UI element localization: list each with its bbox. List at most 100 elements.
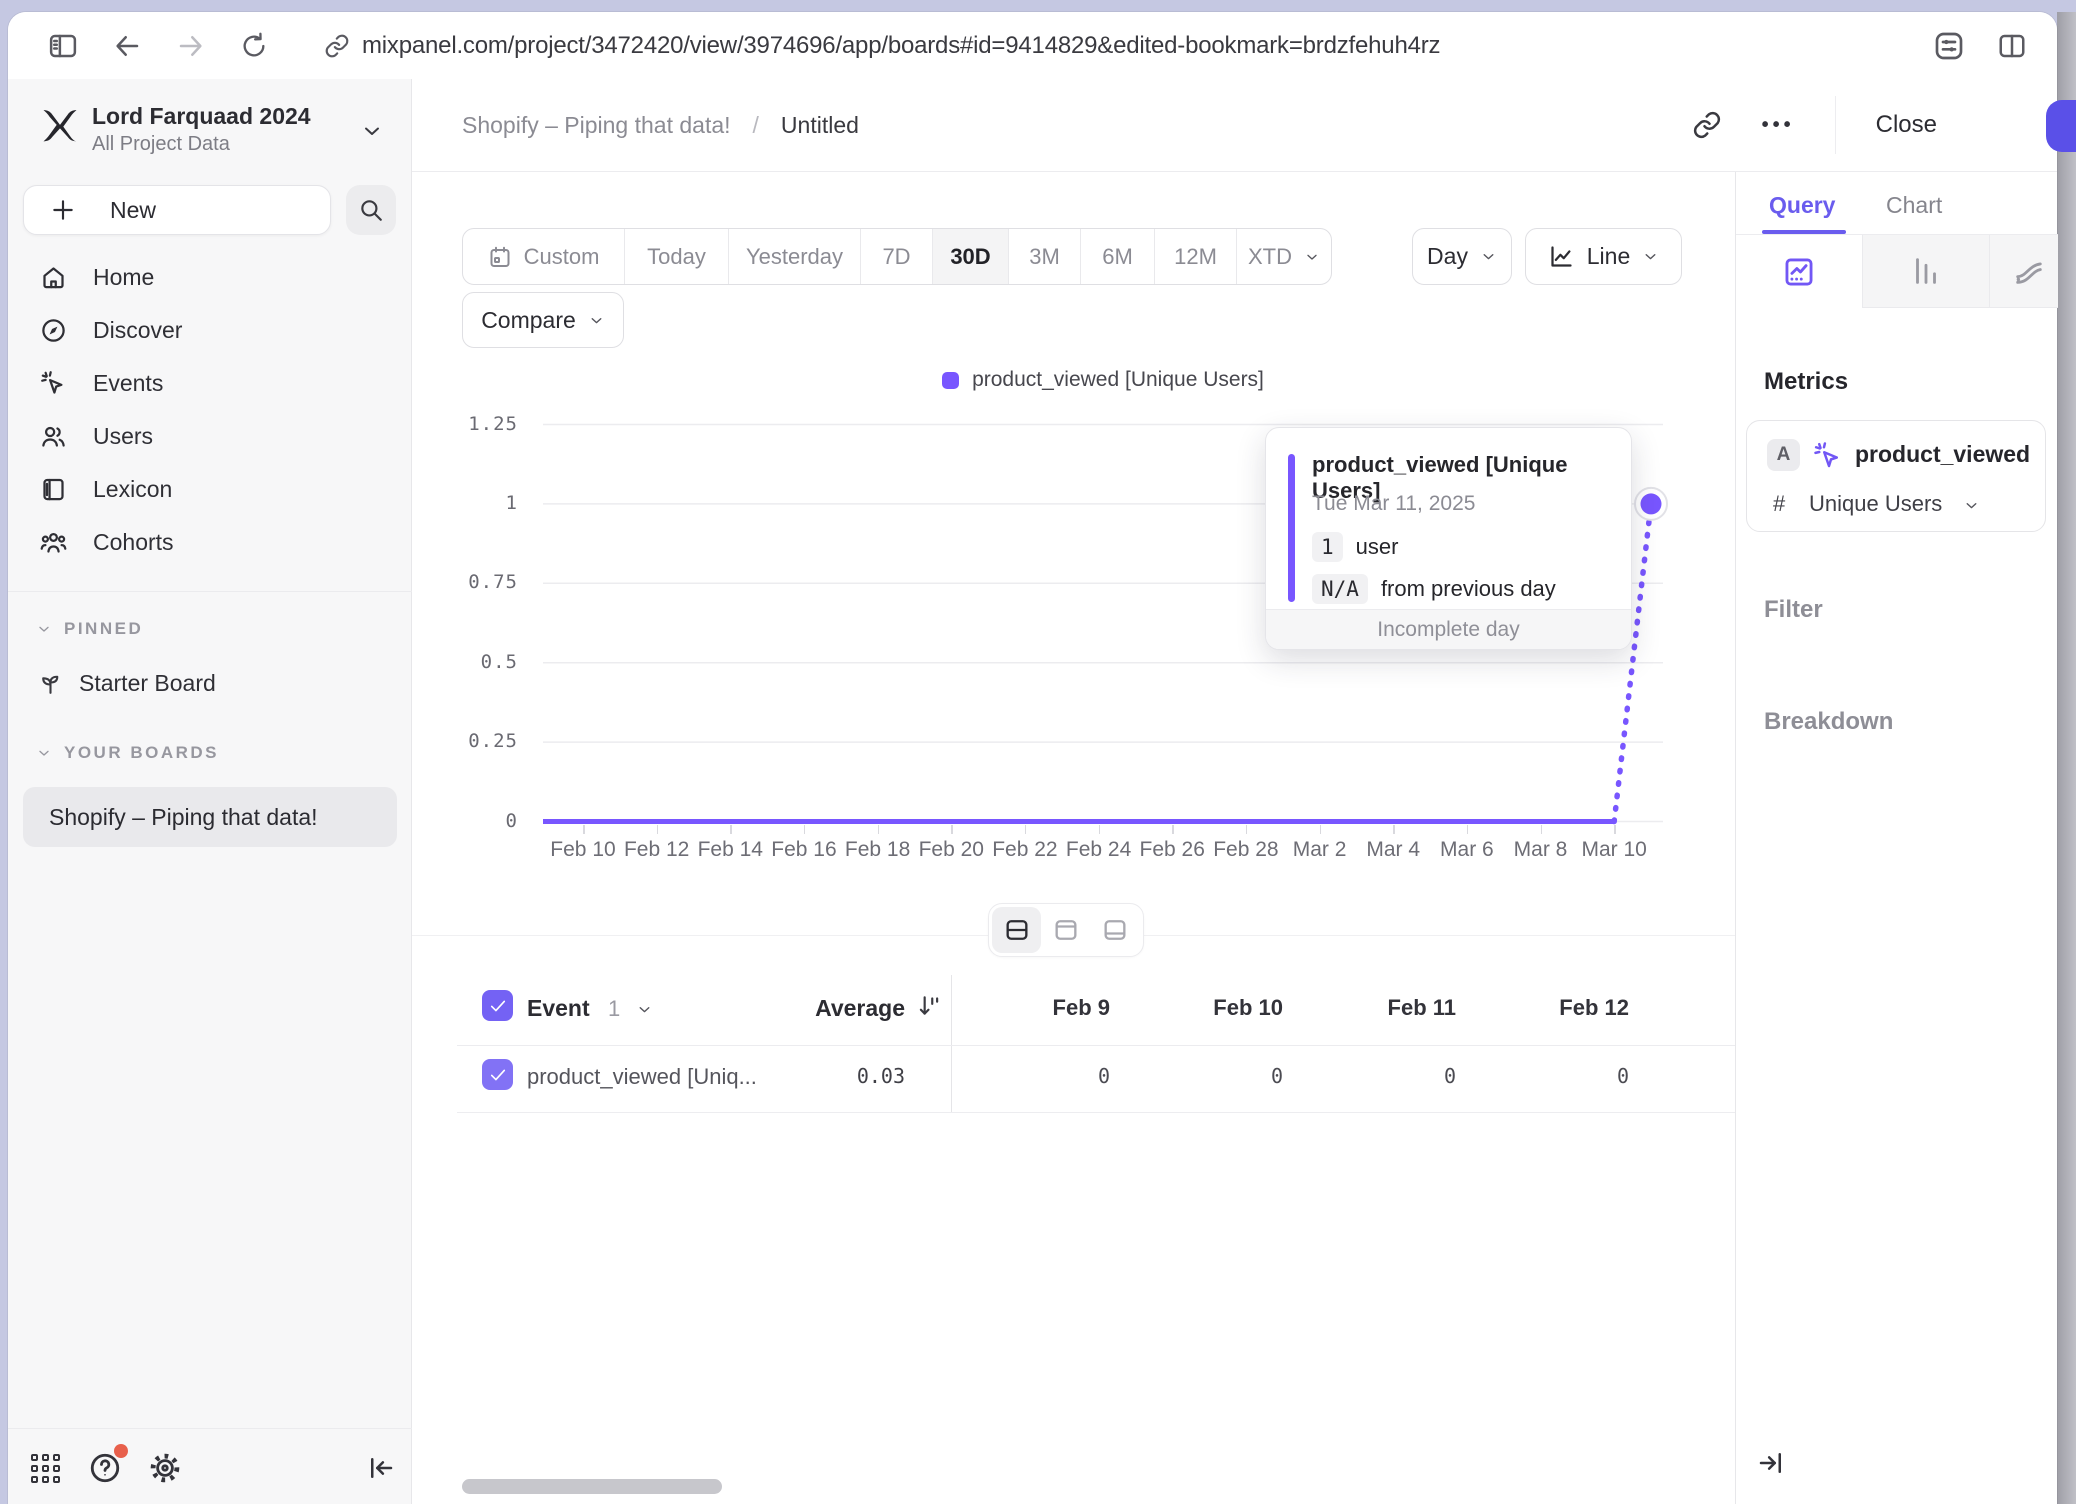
back-icon[interactable] <box>112 31 142 61</box>
plus-icon <box>50 197 76 223</box>
gear-icon[interactable] <box>144 1447 186 1489</box>
insights-chart-tab[interactable] <box>1736 235 1863 308</box>
header-actions: ••• Close <box>1692 79 1937 171</box>
copy-link-icon[interactable] <box>1692 110 1722 140</box>
average-column-label[interactable]: Average <box>712 995 905 1022</box>
tab-chart[interactable]: Chart <box>1886 192 1942 219</box>
new-button-label: New <box>110 197 156 224</box>
workspace-chevron-icon[interactable] <box>360 119 384 143</box>
tooltip-delta-row: N/A from previous day <box>1312 574 1556 604</box>
x-tick-label: Mar 2 <box>1270 838 1370 862</box>
x-tick-label: Mar 4 <box>1343 838 1443 862</box>
x-tick-label: Mar 6 <box>1417 838 1517 862</box>
metric-measure[interactable]: Unique Users <box>1809 491 1942 517</box>
sidebar-item-events[interactable]: Events <box>8 357 412 410</box>
range-xtd[interactable]: XTD <box>1237 229 1331 284</box>
range-12m[interactable]: 12M <box>1155 229 1237 284</box>
your-boards-section-header[interactable]: YOUR BOARDS <box>36 743 219 763</box>
new-button[interactable]: New <box>23 185 331 235</box>
cell-value: 0 <box>951 1064 1124 1088</box>
horizontal-scrollbar[interactable] <box>462 1479 722 1494</box>
sidebar-item-starter-board[interactable]: Starter Board <box>38 661 216 705</box>
range-30d-active[interactable]: 30D <box>933 229 1009 284</box>
split-view-icon[interactable] <box>1997 31 2027 61</box>
tooltip-series-bar <box>1288 454 1295 602</box>
more-options-icon[interactable]: ••• <box>1762 114 1795 137</box>
layout-table-only-icon[interactable] <box>1091 907 1140 953</box>
select-all-checkbox[interactable] <box>482 990 513 1021</box>
sidebar-item-home[interactable]: Home <box>8 251 412 304</box>
tab-query[interactable]: Query <box>1769 192 1835 219</box>
range-today[interactable]: Today <box>625 229 729 284</box>
forward-icon[interactable] <box>176 31 206 61</box>
chevron-down-icon <box>1304 249 1320 265</box>
chart-legend[interactable]: product_viewed [Unique Users] <box>543 368 1663 392</box>
browser-settings-icon[interactable] <box>1933 30 1965 62</box>
browser-sidebar-toggle-icon[interactable] <box>48 31 78 61</box>
range-7d[interactable]: 7D <box>861 229 933 284</box>
column-header[interactable]: Feb 11 <box>1297 995 1470 1021</box>
reload-icon[interactable] <box>240 32 268 60</box>
x-tick-label: Feb 18 <box>828 838 928 862</box>
range-yesterday[interactable]: Yesterday <box>729 229 861 284</box>
sidebar-item-discover[interactable]: Discover <box>8 304 412 357</box>
workspace-subtitle: All Project Data <box>92 133 230 156</box>
report-header: Shopify – Piping that data! / Untitled •… <box>412 79 2057 172</box>
sidebar-item-cohorts[interactable]: Cohorts <box>8 516 412 569</box>
sidebar-item-board-shopify[interactable]: Shopify – Piping that data! <box>23 787 397 847</box>
chart-type-dropdown[interactable]: Line <box>1525 228 1682 285</box>
x-tick-label: Feb 28 <box>1196 838 1296 862</box>
browser-toolbar: mixpanel.com/project/3472420/view/397469… <box>8 12 2057 79</box>
event-spark-icon <box>1813 441 1843 471</box>
chevron-down-icon <box>1642 248 1659 265</box>
range-6m[interactable]: 6M <box>1081 229 1155 284</box>
collapse-sidebar-icon[interactable] <box>360 1447 402 1489</box>
tooltip-value-unit: user <box>1356 534 1399 560</box>
link-icon <box>324 33 350 59</box>
bar-chart-tab[interactable] <box>1863 235 1990 308</box>
pinned-section-header[interactable]: PINNED <box>36 619 143 639</box>
layout-split-icon[interactable] <box>992 907 1041 953</box>
search-button[interactable] <box>346 185 396 235</box>
apps-grid-icon[interactable] <box>24 1447 66 1489</box>
column-header[interactable]: Feb 10 <box>1124 995 1297 1021</box>
chevron-down-icon[interactable] <box>1963 497 1980 514</box>
chevron-down-icon[interactable] <box>636 1001 653 1018</box>
background-window-strip <box>2057 12 2076 1504</box>
metric-card[interactable]: A product_viewed # Unique Users <box>1746 420 2046 532</box>
compare-dropdown[interactable]: Compare <box>462 292 624 348</box>
breadcrumb-board[interactable]: Shopify – Piping that data! <box>462 112 731 139</box>
address-bar[interactable]: mixpanel.com/project/3472420/view/397469… <box>324 32 1933 60</box>
column-header[interactable]: Feb 12 <box>1470 995 1643 1021</box>
table-row[interactable]: product_viewed [Uniq... 0.03 0 0 0 0 <box>412 1045 1735 1112</box>
row-average-value: 0.03 <box>712 1064 905 1088</box>
x-tick-label: Feb 26 <box>1122 838 1222 862</box>
cell-value: 0 <box>1124 1064 1297 1088</box>
header-divider <box>1835 96 1836 154</box>
range-3m[interactable]: 3M <box>1009 229 1081 284</box>
interval-dropdown[interactable]: Day <box>1412 228 1512 285</box>
workspace-name[interactable]: Lord Farquaad 2024 <box>92 103 311 130</box>
x-tick-label: Feb 14 <box>680 838 780 862</box>
row-checkbox[interactable] <box>482 1059 513 1090</box>
sort-icon[interactable] <box>916 993 942 1019</box>
funnel-tab-partial[interactable] <box>1990 235 2058 308</box>
sidebar-item-users[interactable]: Users <box>8 410 412 463</box>
metric-event-name[interactable]: product_viewed <box>1855 441 2030 468</box>
help-icon[interactable] <box>84 1447 126 1489</box>
save-button-partial[interactable] <box>2046 100 2076 152</box>
report-canvas: Custom Today Yesterday 7D 30D 3M 6M 12M … <box>412 172 1735 1504</box>
layout-chart-only-icon[interactable] <box>1041 907 1090 953</box>
sidebar-item-label: Discover <box>93 317 182 344</box>
pinned-label: PINNED <box>64 619 143 639</box>
close-button[interactable]: Close <box>1876 111 1937 139</box>
range-label: Custom <box>524 244 600 270</box>
sidebar-item-lexicon[interactable]: Lexicon <box>8 463 412 516</box>
tooltip-delta: N/A <box>1312 574 1368 604</box>
collapse-panel-icon[interactable] <box>1756 1448 1786 1478</box>
breadcrumb-page[interactable]: Untitled <box>781 112 859 139</box>
column-header[interactable]: Feb 9 <box>951 995 1124 1021</box>
search-icon <box>358 197 384 223</box>
event-column-label[interactable]: Event <box>527 995 590 1022</box>
range-custom[interactable]: Custom <box>463 229 625 284</box>
